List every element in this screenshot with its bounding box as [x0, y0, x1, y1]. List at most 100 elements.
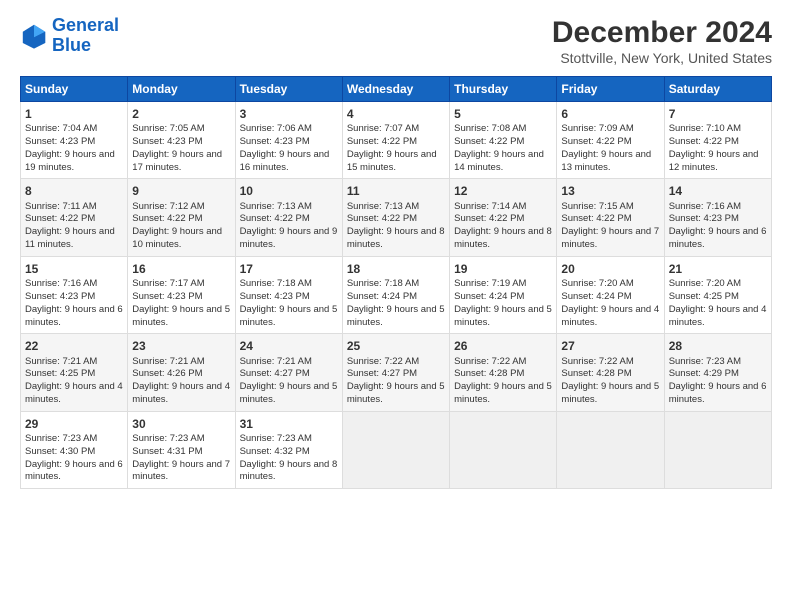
sunrise-text: Sunrise: 7:07 AM — [347, 123, 445, 136]
daylight-text: Daylight: 9 hours and 14 minutes. — [454, 149, 552, 175]
sunset-text: Sunset: 4:22 PM — [347, 136, 445, 149]
calendar-cell: 3Sunrise: 7:06 AMSunset: 4:23 PMDaylight… — [235, 102, 342, 179]
day-number: 25 — [347, 338, 445, 354]
sunset-text: Sunset: 4:22 PM — [454, 213, 552, 226]
day-number: 31 — [240, 416, 338, 432]
daylight-text: Daylight: 9 hours and 5 minutes. — [132, 304, 230, 330]
sunset-text: Sunset: 4:22 PM — [25, 213, 123, 226]
daylight-text: Daylight: 9 hours and 4 minutes. — [669, 304, 767, 330]
calendar-row: 15Sunrise: 7:16 AMSunset: 4:23 PMDayligh… — [21, 256, 772, 333]
calendar-cell: 18Sunrise: 7:18 AMSunset: 4:24 PMDayligh… — [342, 256, 449, 333]
day-number: 18 — [347, 261, 445, 277]
calendar-cell: 11Sunrise: 7:13 AMSunset: 4:22 PMDayligh… — [342, 179, 449, 256]
daylight-text: Daylight: 9 hours and 5 minutes. — [347, 304, 445, 330]
sunset-text: Sunset: 4:30 PM — [25, 446, 123, 459]
calendar-row: 29Sunrise: 7:23 AMSunset: 4:30 PMDayligh… — [21, 411, 772, 488]
title-block: December 2024 Stottville, New York, Unit… — [552, 16, 772, 66]
logo-text: General Blue — [52, 16, 119, 56]
daylight-text: Daylight: 9 hours and 4 minutes. — [132, 381, 230, 407]
sunrise-text: Sunrise: 7:20 AM — [561, 278, 659, 291]
daylight-text: Daylight: 9 hours and 7 minutes. — [561, 226, 659, 252]
sunset-text: Sunset: 4:22 PM — [347, 213, 445, 226]
sunset-text: Sunset: 4:24 PM — [561, 291, 659, 304]
day-number: 29 — [25, 416, 123, 432]
daylight-text: Daylight: 9 hours and 8 minutes. — [240, 459, 338, 485]
calendar-cell: 25Sunrise: 7:22 AMSunset: 4:27 PMDayligh… — [342, 334, 449, 411]
daylight-text: Daylight: 9 hours and 4 minutes. — [561, 304, 659, 330]
col-saturday: Saturday — [664, 77, 771, 102]
daylight-text: Daylight: 9 hours and 6 minutes. — [25, 459, 123, 485]
sunset-text: Sunset: 4:28 PM — [561, 368, 659, 381]
calendar-cell: 29Sunrise: 7:23 AMSunset: 4:30 PMDayligh… — [21, 411, 128, 488]
sunrise-text: Sunrise: 7:14 AM — [454, 201, 552, 214]
calendar-cell: 2Sunrise: 7:05 AMSunset: 4:23 PMDaylight… — [128, 102, 235, 179]
calendar-cell: 17Sunrise: 7:18 AMSunset: 4:23 PMDayligh… — [235, 256, 342, 333]
day-number: 12 — [454, 183, 552, 199]
calendar-cell — [342, 411, 449, 488]
sunset-text: Sunset: 4:22 PM — [561, 136, 659, 149]
calendar-row: 1Sunrise: 7:04 AMSunset: 4:23 PMDaylight… — [21, 102, 772, 179]
sunset-text: Sunset: 4:23 PM — [25, 291, 123, 304]
calendar-cell: 7Sunrise: 7:10 AMSunset: 4:22 PMDaylight… — [664, 102, 771, 179]
sunrise-text: Sunrise: 7:10 AM — [669, 123, 767, 136]
daylight-text: Daylight: 9 hours and 8 minutes. — [347, 226, 445, 252]
day-number: 28 — [669, 338, 767, 354]
sunrise-text: Sunrise: 7:20 AM — [669, 278, 767, 291]
calendar-cell: 21Sunrise: 7:20 AMSunset: 4:25 PMDayligh… — [664, 256, 771, 333]
sunset-text: Sunset: 4:29 PM — [669, 368, 767, 381]
sunrise-text: Sunrise: 7:09 AM — [561, 123, 659, 136]
sunset-text: Sunset: 4:22 PM — [454, 136, 552, 149]
day-number: 20 — [561, 261, 659, 277]
daylight-text: Daylight: 9 hours and 6 minutes. — [25, 304, 123, 330]
day-number: 2 — [132, 106, 230, 122]
header: General Blue December 2024 Stottville, N… — [20, 16, 772, 66]
day-number: 21 — [669, 261, 767, 277]
col-monday: Monday — [128, 77, 235, 102]
sunrise-text: Sunrise: 7:16 AM — [25, 278, 123, 291]
sunrise-text: Sunrise: 7:15 AM — [561, 201, 659, 214]
sunrise-text: Sunrise: 7:21 AM — [25, 356, 123, 369]
sunrise-text: Sunrise: 7:17 AM — [132, 278, 230, 291]
daylight-text: Daylight: 9 hours and 5 minutes. — [240, 304, 338, 330]
day-number: 23 — [132, 338, 230, 354]
calendar-cell: 10Sunrise: 7:13 AMSunset: 4:22 PMDayligh… — [235, 179, 342, 256]
calendar-cell: 20Sunrise: 7:20 AMSunset: 4:24 PMDayligh… — [557, 256, 664, 333]
day-number: 3 — [240, 106, 338, 122]
calendar-cell: 1Sunrise: 7:04 AMSunset: 4:23 PMDaylight… — [21, 102, 128, 179]
day-number: 19 — [454, 261, 552, 277]
col-thursday: Thursday — [450, 77, 557, 102]
calendar-cell: 22Sunrise: 7:21 AMSunset: 4:25 PMDayligh… — [21, 334, 128, 411]
day-number: 7 — [669, 106, 767, 122]
main-container: General Blue December 2024 Stottville, N… — [0, 0, 792, 499]
sunset-text: Sunset: 4:32 PM — [240, 446, 338, 459]
header-row: Sunday Monday Tuesday Wednesday Thursday… — [21, 77, 772, 102]
daylight-text: Daylight: 9 hours and 8 minutes. — [454, 226, 552, 252]
calendar-cell — [664, 411, 771, 488]
sunrise-text: Sunrise: 7:13 AM — [240, 201, 338, 214]
calendar-cell: 31Sunrise: 7:23 AMSunset: 4:32 PMDayligh… — [235, 411, 342, 488]
sunrise-text: Sunrise: 7:08 AM — [454, 123, 552, 136]
daylight-text: Daylight: 9 hours and 17 minutes. — [132, 149, 230, 175]
sunset-text: Sunset: 4:23 PM — [132, 291, 230, 304]
calendar-cell: 12 Sunrise: 7:14 AMSunset: 4:22 PMDayligh… — [450, 179, 557, 256]
sunrise-text: Sunrise: 7:13 AM — [347, 201, 445, 214]
daylight-text: Daylight: 9 hours and 4 minutes. — [25, 381, 123, 407]
sunrise-text: Sunrise: 7:04 AM — [25, 123, 123, 136]
sunset-text: Sunset: 4:24 PM — [347, 291, 445, 304]
logo-line1: General — [52, 15, 119, 35]
sunset-text: Sunset: 4:23 PM — [240, 291, 338, 304]
sunset-text: Sunset: 4:24 PM — [454, 291, 552, 304]
calendar-cell: 19Sunrise: 7:19 AMSunset: 4:24 PMDayligh… — [450, 256, 557, 333]
sunset-text: Sunset: 4:27 PM — [240, 368, 338, 381]
sunrise-text: Sunrise: 7:23 AM — [669, 356, 767, 369]
logo-line2: Blue — [52, 35, 91, 55]
sunrise-text: Sunrise: 7:18 AM — [240, 278, 338, 291]
daylight-text: Daylight: 9 hours and 7 minutes. — [132, 459, 230, 485]
day-number: 15 — [25, 261, 123, 277]
daylight-text: Daylight: 9 hours and 6 minutes. — [669, 226, 767, 252]
calendar-cell — [557, 411, 664, 488]
col-tuesday: Tuesday — [235, 77, 342, 102]
sunrise-text: Sunrise: 7:23 AM — [132, 433, 230, 446]
sunset-text: Sunset: 4:23 PM — [132, 136, 230, 149]
sunset-text: Sunset: 4:22 PM — [561, 213, 659, 226]
